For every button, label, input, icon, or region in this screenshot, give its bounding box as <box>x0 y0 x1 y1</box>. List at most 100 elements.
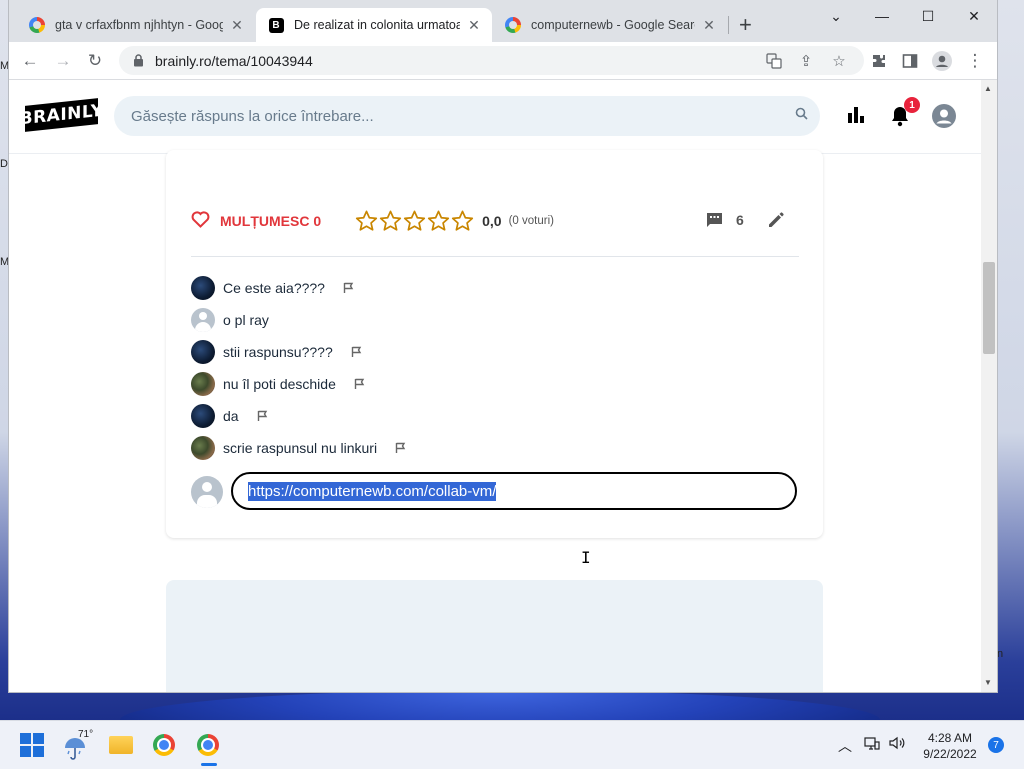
side-panel-icon[interactable] <box>897 48 923 74</box>
tab-strip: gta v crfaxfbnm njhhtyn - Google ✕ B De … <box>9 0 997 42</box>
avatar[interactable] <box>191 404 215 428</box>
maximize-button[interactable]: ☐ <box>905 6 951 26</box>
scroll-up-icon[interactable]: ▲ <box>984 84 992 93</box>
heart-icon <box>191 211 210 231</box>
desktop-icon-label: M <box>0 256 8 268</box>
windows-icon <box>20 733 44 757</box>
chrome-icon <box>153 734 175 756</box>
rating-stars[interactable] <box>355 210 475 232</box>
flag-icon[interactable] <box>351 346 362 358</box>
folder-icon <box>109 736 133 754</box>
comment-item: nu îl poti deschide <box>191 368 406 400</box>
wallpaper-bloom <box>120 690 880 720</box>
chevron-up-icon[interactable]: ︿ <box>838 736 852 756</box>
flag-icon[interactable] <box>354 378 365 390</box>
scroll-thumb[interactable] <box>983 262 995 354</box>
weather-temp: 71° <box>78 729 94 740</box>
close-icon[interactable]: ✕ <box>701 17 717 33</box>
comment-item: o pl ray <box>191 304 406 336</box>
close-window-button[interactable]: ✕ <box>951 6 997 26</box>
avatar[interactable] <box>191 372 215 396</box>
forward-button[interactable]: → <box>50 48 76 74</box>
bookmark-star-icon[interactable]: ☆ <box>829 51 849 71</box>
star-icon[interactable] <box>355 210 378 232</box>
file-explorer-button[interactable] <box>105 729 137 761</box>
active-app-indicator <box>201 763 217 766</box>
search-icon[interactable] <box>795 107 808 125</box>
tab-title: gta v crfaxfbnm njhhtyn - Google <box>55 18 223 32</box>
translate-icon[interactable] <box>764 51 784 71</box>
taskbar: 71° ︿ 4:28 AM 9/22/2022 7 <box>0 720 1024 769</box>
new-tab-button[interactable]: + <box>739 14 752 36</box>
tab-brainly[interactable]: B De realizat in colonita urmatoare ✕ <box>256 8 492 42</box>
minimize-button[interactable]: — <box>859 6 905 26</box>
edit-pencil-icon[interactable] <box>766 210 786 235</box>
tab-gta-search[interactable]: gta v crfaxfbnm njhhtyn - Google ✕ <box>17 8 255 42</box>
flag-icon[interactable] <box>257 410 268 422</box>
back-button[interactable]: ← <box>17 48 43 74</box>
comments-toggle[interactable]: 6 <box>706 212 744 228</box>
clock-date: 9/22/2022 <box>923 747 977 761</box>
share-icon[interactable]: ⇪ <box>796 51 816 71</box>
notification-center-badge[interactable]: 7 <box>988 737 1004 753</box>
comment-text: da <box>223 408 239 424</box>
address-bar[interactable]: brainly.ro/tema/10043944 ⇪ ☆ <box>119 46 864 75</box>
profile-icon[interactable] <box>929 48 955 74</box>
close-icon[interactable]: ✕ <box>229 17 245 33</box>
star-icon[interactable] <box>451 210 474 232</box>
user-avatar-icon[interactable] <box>932 104 956 128</box>
flag-icon[interactable] <box>343 282 354 294</box>
next-answer-card <box>166 580 823 692</box>
network-icon[interactable] <box>864 736 880 753</box>
umbrella-icon <box>65 738 85 760</box>
extensions-icon[interactable] <box>866 48 892 74</box>
brainly-logo[interactable]: BRAINLY <box>20 98 103 132</box>
comment-text: o pl ray <box>223 312 269 328</box>
comment-text: nu îl poti deschide <box>223 376 336 392</box>
comment-item: stii raspunsu???? <box>191 336 406 368</box>
volume-icon[interactable] <box>889 736 907 753</box>
avatar[interactable] <box>191 276 215 300</box>
notification-badge: 1 <box>904 97 920 113</box>
tab-search-icon[interactable]: ⌄ <box>813 6 859 26</box>
leaderboard-icon[interactable] <box>846 105 866 125</box>
scroll-down-icon[interactable]: ▼ <box>984 678 992 687</box>
avatar[interactable] <box>191 308 215 332</box>
comment-composer: https://computernewb.com/collab-vm/ <box>191 472 799 512</box>
weather-widget[interactable]: 71° <box>64 729 98 763</box>
lock-icon[interactable] <box>131 54 145 67</box>
close-icon[interactable]: ✕ <box>466 17 482 33</box>
flag-icon[interactable] <box>395 442 406 454</box>
browser-window: gta v crfaxfbnm njhhtyn - Google ✕ B De … <box>9 0 997 692</box>
search-input[interactable]: Găsește răspuns la orice întrebare... <box>131 108 795 125</box>
menu-kebab-icon[interactable]: ⋮ <box>962 48 988 74</box>
comment-input-value[interactable]: https://computernewb.com/collab-vm/ <box>248 481 497 501</box>
star-icon[interactable] <box>427 210 450 232</box>
answer-card: MULȚUMESC 0 0,0 (0 voturi) 6 Ce este aia… <box>166 150 823 538</box>
start-button[interactable] <box>16 729 48 761</box>
chrome-taskbar-button[interactable] <box>148 729 180 761</box>
site-header: BRAINLY Găsește răspuns la orice întreba… <box>9 80 981 154</box>
vote-count: (0 voturi) <box>508 215 554 227</box>
avatar[interactable] <box>191 436 215 460</box>
reload-button[interactable]: ↻ <box>82 48 108 74</box>
thanks-button[interactable]: MULȚUMESC 0 <box>191 211 321 231</box>
desktop-icon-label: D <box>0 158 8 170</box>
search-bar[interactable]: Găsește răspuns la orice întrebare... <box>114 96 820 136</box>
star-icon[interactable] <box>379 210 402 232</box>
google-icon <box>505 17 521 33</box>
system-clock[interactable]: 4:28 AM 9/22/2022 <box>918 730 982 762</box>
tab-computernewb-search[interactable]: computernewb - Google Search ✕ <box>493 8 727 42</box>
comment-count: 6 <box>736 212 744 228</box>
comment-text: scrie raspunsul nu linkuri <box>223 440 378 456</box>
star-icon[interactable] <box>403 210 426 232</box>
comment-icon <box>707 213 722 227</box>
chrome-active-taskbar-button[interactable] <box>192 729 224 761</box>
google-icon <box>29 17 45 33</box>
text-cursor-icon: I <box>581 548 591 567</box>
scrollbar[interactable]: ▲ ▼ <box>981 80 997 692</box>
comment-item: da <box>191 400 406 432</box>
comment-input[interactable]: https://computernewb.com/collab-vm/ <box>231 472 797 510</box>
avatar[interactable] <box>191 340 215 364</box>
comment-item: scrie raspunsul nu linkuri <box>191 432 406 464</box>
